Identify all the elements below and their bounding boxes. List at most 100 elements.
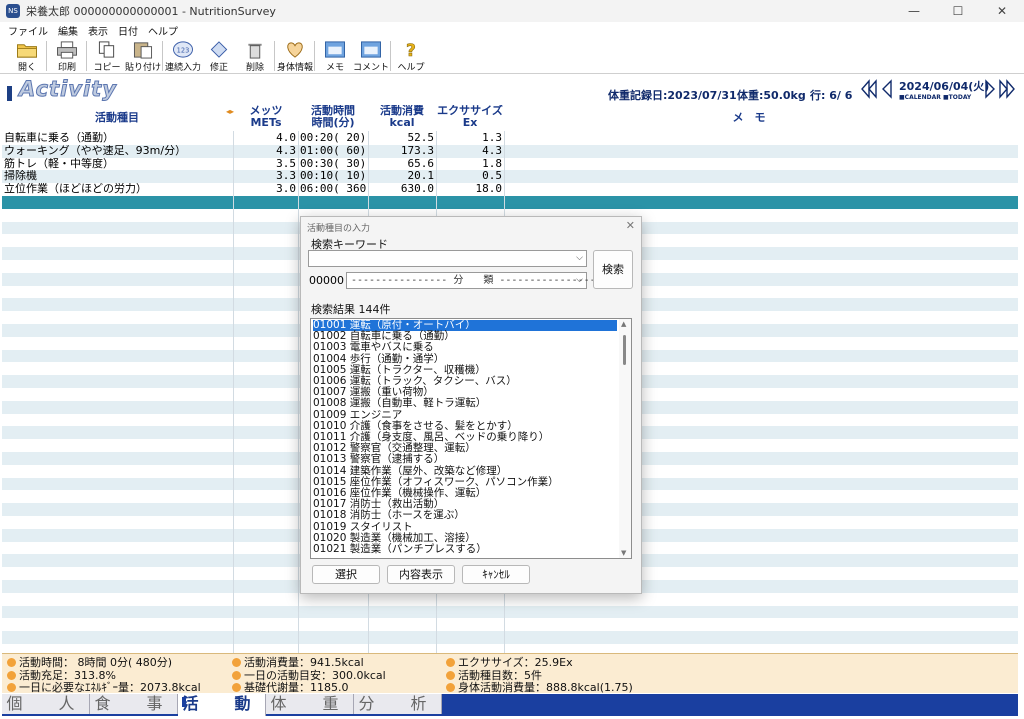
table-row[interactable]	[2, 593, 1018, 606]
summary-body-activity: 身体活動消費量：888.8kcal(1.75)	[446, 681, 633, 694]
weight-record-date: 体重記録日:2023/07/31	[608, 89, 737, 102]
svg-text:?: ?	[406, 41, 416, 59]
prev-day-icon[interactable]	[881, 79, 893, 99]
table-row[interactable]: 掃除機 3.3 00:10( 10) 20.1 0.5	[2, 170, 1018, 184]
minimize-button[interactable]: —	[892, 0, 936, 22]
table-row[interactable]	[2, 605, 1018, 619]
col-mets-line2: METs	[250, 116, 282, 129]
bullet-icon	[446, 683, 455, 692]
col-exercise[interactable]: エクササイズ Ex	[436, 105, 504, 131]
summary-bmr: 基礎代謝量：1185.0	[232, 681, 349, 694]
toolbar-separator	[86, 41, 87, 71]
table-row[interactable]: 自転車に乗る（通勤） 4.0 00:20( 20) 52.5 1.3	[2, 132, 1018, 145]
tab-weight[interactable]: 体 重	[266, 694, 354, 714]
list-item[interactable]: 01018 消防士（ホースを運ぶ）	[313, 510, 617, 521]
tab-personal[interactable]: 個 人	[2, 694, 90, 714]
tab-meal[interactable]: 食 事	[90, 694, 178, 714]
row-info: 行: 6/ 6	[810, 89, 853, 102]
bullet-icon	[7, 683, 16, 692]
category-select[interactable]: ---------------- 分 類 ---------------- ⌵	[346, 272, 596, 289]
table-row[interactable]	[2, 631, 1018, 644]
tab-activity[interactable]: 活 動	[178, 694, 266, 716]
next-day-icon[interactable]	[984, 79, 996, 99]
cell-time: 00:30( 30)	[300, 157, 366, 170]
help-icon: ?	[406, 41, 416, 59]
cell-mets: 3.3	[276, 170, 296, 183]
scroll-down-icon[interactable]: ▼	[621, 549, 626, 557]
category-value: ---------------- 分 類 ----------------	[351, 275, 596, 286]
memo-button[interactable]: メモ	[318, 39, 352, 73]
open-button[interactable]: 開く	[10, 39, 44, 73]
keyword-input[interactable]: ⌵	[308, 250, 587, 267]
table-row[interactable]: 筋トレ（軽・中等度） 3.5 00:30( 30) 65.6 1.8	[2, 158, 1018, 171]
first-day-icon[interactable]	[860, 79, 878, 99]
cancel-button[interactable]: ｷｬﾝｾﾙ	[462, 565, 530, 584]
help-button[interactable]: ? ヘルプ	[394, 39, 428, 73]
list-item[interactable]: 01013 警察官（逮捕する）	[313, 454, 617, 465]
menu-date[interactable]: 日付	[118, 23, 138, 38]
dialog-close-icon[interactable]: ✕	[626, 219, 635, 232]
bullet-icon	[7, 671, 16, 680]
delete-button[interactable]: 削除	[238, 39, 272, 73]
table-row-selected[interactable]	[2, 196, 1018, 209]
tab-analysis[interactable]: 分 析	[354, 694, 442, 714]
column-resize-icon[interactable]: ◂▸	[226, 107, 234, 116]
list-item[interactable]: 01003 電車やバスに乗る	[313, 342, 617, 353]
cell-time: 00:20( 20)	[300, 132, 366, 144]
table-row[interactable]	[2, 644, 1018, 653]
cell-ex: 1.8	[482, 157, 502, 170]
scroll-up-icon[interactable]: ▲	[621, 320, 626, 328]
menu-edit[interactable]: 編集	[58, 23, 78, 38]
current-date: 2024/06/04(火)	[899, 80, 990, 93]
scroll-thumb[interactable]	[623, 335, 626, 365]
batch-input-button[interactable]: 123 連続入力	[165, 39, 201, 73]
list-item[interactable]: 01008 運搬（自動車、軽トラ運転）	[313, 398, 617, 409]
menu-file[interactable]: ファイル	[8, 23, 48, 38]
table-row[interactable]: 立位作業（ほどほどの労力） 3.0 06:00( 360) 630.0 18.0	[2, 183, 1018, 196]
table-row[interactable]: ウォーキング（やや速足、93m/分） 4.3 01:00( 60) 173.3 4.3	[2, 144, 1018, 158]
menu-view[interactable]: 表示	[88, 23, 108, 38]
calendar-today-links[interactable]: ■CALENDAR ■TODAY	[899, 94, 983, 101]
comment-button[interactable]: コメント	[353, 39, 389, 73]
section-marker	[7, 86, 12, 101]
app-icon: NS	[6, 4, 20, 18]
close-button[interactable]: ✕	[980, 0, 1024, 22]
table-row[interactable]	[2, 618, 1018, 631]
search-button[interactable]: 検索	[593, 250, 633, 289]
cell-name: 立位作業（ほどほどの労力）	[4, 183, 147, 196]
window-controls: — ☐ ✕	[892, 0, 1024, 22]
col-activity-name[interactable]: 活動種目	[2, 105, 232, 131]
col-memo[interactable]: メ モ	[504, 105, 994, 131]
toolbar-separator	[46, 41, 47, 71]
copy-button[interactable]: コピー	[90, 39, 124, 73]
body-info-button[interactable]: 身体情報	[277, 39, 313, 73]
maximize-button[interactable]: ☐	[936, 0, 980, 22]
bullet-icon	[446, 671, 455, 680]
col-time[interactable]: 活動時間 時間(分)	[298, 105, 368, 131]
title-bar: NS 栄養太郎 000000000000001 - NutritionSurve…	[0, 0, 1024, 22]
date-display[interactable]: 2024/06/04(火) ■CALENDAR ■TODAY	[899, 78, 990, 102]
list-item[interactable]: 01021 製造業（パンチプレスする）	[313, 543, 617, 555]
last-day-icon[interactable]	[998, 79, 1016, 99]
toolbar-separator	[390, 41, 391, 71]
cell-name: 自転車に乗る（通勤）	[4, 132, 114, 144]
col-kcal[interactable]: 活動消費 kcal	[368, 105, 436, 131]
select-button[interactable]: 選択	[312, 565, 380, 584]
chevron-down-icon[interactable]: ⌵	[576, 251, 583, 266]
results-scrollbar[interactable]: ▲ ▼	[619, 319, 631, 558]
bottom-tab-bar: 個 人 食 事 活 動 体 重 分 析	[2, 694, 1018, 716]
paste-button[interactable]: 貼り付け	[125, 39, 161, 73]
menu-help[interactable]: ヘルプ	[148, 23, 178, 38]
results-list[interactable]: 01001 運転（原付・オートバイ） 01002 自転車に乗る（通勤） 01003 …	[310, 318, 632, 559]
summary-energy-need-text: 一日に必要なｴﾈﾙｷﾞｰ量：2073.8kcal	[19, 681, 201, 694]
print-button[interactable]: 印刷	[50, 39, 84, 73]
edit-button[interactable]: 修正	[202, 39, 236, 73]
chevron-down-icon[interactable]: ⌵	[576, 273, 583, 288]
column-divider	[298, 131, 299, 653]
cell-mets: 3.0	[276, 183, 296, 196]
toolbar-separator	[274, 41, 275, 71]
cell-mets: 3.5	[276, 157, 296, 170]
toolbar-separator	[162, 41, 163, 71]
detail-button[interactable]: 内容表示	[387, 565, 455, 584]
col-mets[interactable]: メッツ METs	[234, 105, 298, 131]
